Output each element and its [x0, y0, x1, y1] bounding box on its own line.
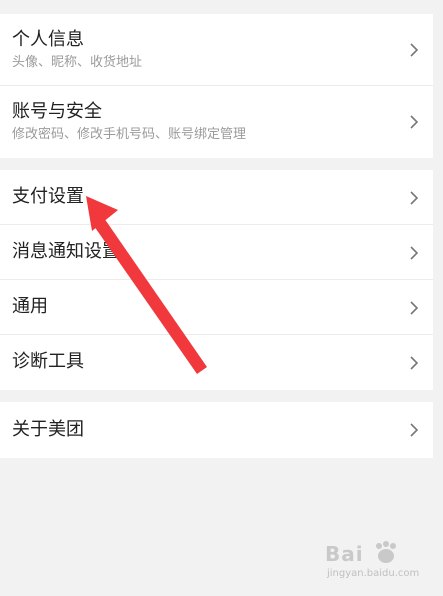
- settings-group-account: 个人信息 头像、昵称、收货地址 账号与安全 修改密码、修改手机号码、账号绑定管理: [0, 14, 433, 158]
- chevron-right-icon: [409, 114, 419, 130]
- settings-item-payment[interactable]: 支付设置: [0, 170, 433, 225]
- chevron-right-icon: [409, 42, 419, 58]
- item-subtitle: 头像、昵称、收货地址: [12, 55, 143, 70]
- settings-item-personal-info[interactable]: 个人信息 头像、昵称、收货地址: [0, 14, 433, 86]
- item-title: 诊断工具: [12, 351, 84, 372]
- chevron-right-icon: [409, 422, 419, 438]
- settings-item-diagnostics[interactable]: 诊断工具: [0, 335, 433, 390]
- chevron-right-icon: [409, 245, 419, 261]
- chevron-right-icon: [409, 190, 419, 206]
- baidu-watermark: Bai jingyan.baidu.com: [325, 538, 435, 588]
- item-title: 关于美团: [12, 419, 84, 440]
- item-title: 支付设置: [12, 186, 84, 207]
- item-title: 通用: [12, 296, 48, 317]
- settings-item-notifications[interactable]: 消息通知设置: [0, 225, 433, 280]
- watermark-logo: Bai: [325, 542, 364, 566]
- item-subtitle: 修改密码、修改手机号码、账号绑定管理: [12, 127, 247, 142]
- settings-item-about[interactable]: 关于美团: [0, 402, 433, 458]
- settings-group-general: 支付设置 消息通知设置 通用 诊断工具: [0, 170, 433, 390]
- chevron-right-icon: [409, 300, 419, 316]
- settings-item-general[interactable]: 通用: [0, 280, 433, 335]
- item-title: 消息通知设置: [12, 241, 120, 262]
- item-title: 账号与安全: [12, 101, 102, 122]
- paw-icon: [376, 541, 396, 563]
- settings-screen: 个人信息 头像、昵称、收货地址 账号与安全 修改密码、修改手机号码、账号绑定管理…: [0, 0, 443, 596]
- watermark-site: jingyan.baidu.com: [327, 568, 420, 579]
- settings-item-account-security[interactable]: 账号与安全 修改密码、修改手机号码、账号绑定管理: [0, 86, 433, 158]
- chevron-right-icon: [409, 355, 419, 371]
- settings-group-about: 关于美团: [0, 402, 433, 458]
- item-title: 个人信息: [12, 29, 84, 50]
